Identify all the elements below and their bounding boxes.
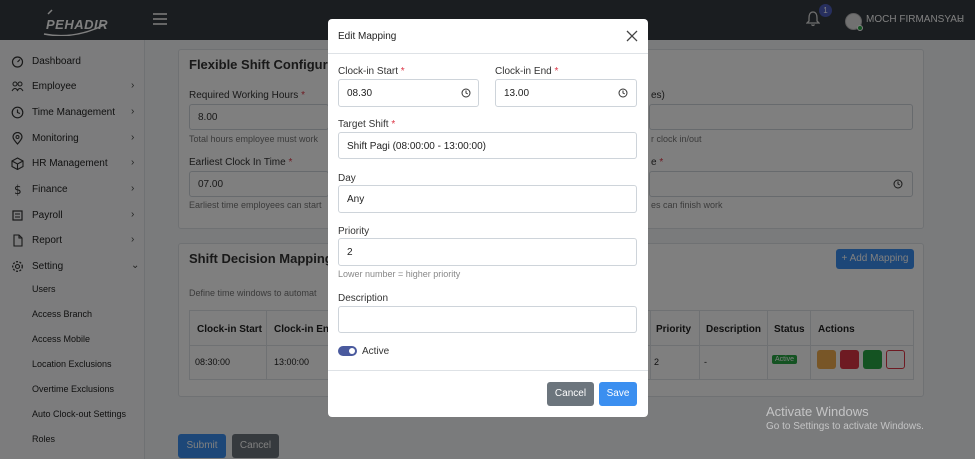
cancel-button[interactable]: Cancel — [547, 382, 594, 406]
day-label: Day — [338, 173, 356, 184]
priority-input[interactable]: 2 — [338, 238, 637, 266]
edit-mapping-modal: Edit Mapping Clock-in Start * 08.30 Cloc… — [328, 19, 648, 417]
save-button[interactable]: Save — [599, 382, 637, 406]
windows-watermark-subtitle: Go to Settings to activate Windows. — [766, 421, 924, 432]
clock-icon[interactable] — [461, 88, 471, 98]
clock-in-start-input[interactable]: 08.30 — [338, 79, 479, 107]
modal-title: Edit Mapping — [338, 31, 397, 42]
modal-footer-divider — [328, 370, 648, 371]
windows-watermark-title: Activate Windows — [766, 404, 869, 419]
clock-in-end-value: 13.00 — [504, 88, 530, 99]
day-select[interactable]: Any — [338, 185, 637, 213]
clock-in-start-value: 08.30 — [347, 88, 373, 99]
toggle-knob — [349, 348, 355, 354]
active-toggle[interactable] — [338, 346, 357, 356]
priority-help: Lower number = higher priority — [338, 269, 461, 279]
clock-in-start-label: Clock-in Start * — [338, 66, 405, 77]
priority-label: Priority — [338, 226, 370, 237]
modal-header: Edit Mapping — [328, 19, 648, 54]
target-shift-select[interactable]: Shift Pagi (08:00:00 - 13:00:00) — [338, 132, 637, 159]
close-icon[interactable] — [625, 29, 639, 43]
target-shift-label: Target Shift * — [338, 119, 396, 130]
clock-in-end-input[interactable]: 13.00 — [495, 79, 637, 107]
active-label: Active — [362, 346, 390, 357]
description-label: Description — [338, 293, 389, 304]
description-input[interactable] — [338, 306, 637, 333]
clock-icon[interactable] — [618, 88, 628, 98]
clock-in-end-label: Clock-in End * — [495, 66, 559, 77]
